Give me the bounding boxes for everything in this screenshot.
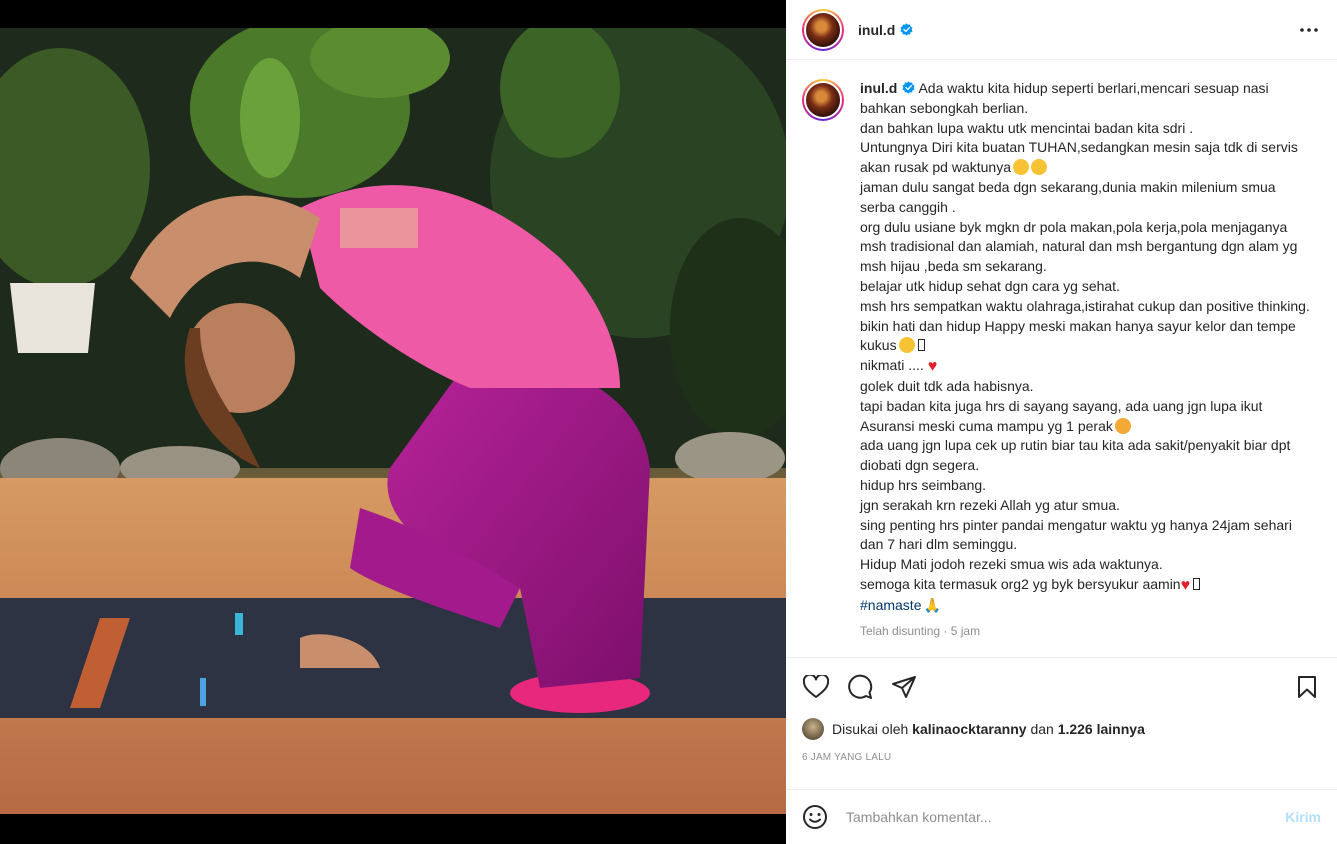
post-media-area (0, 0, 786, 844)
post-actions: Disukai oleh kalinaocktaranny dan 1.226 … (786, 657, 1337, 763)
folded-hands-emoji-icon: 🙏 (923, 596, 941, 613)
caption-scroll-area[interactable]: inul.d Ada waktu kita hidup seperti berl… (786, 61, 1337, 657)
verified-badge-icon (900, 22, 913, 36)
caption-line: tapi badan kita juga hrs di sayang sayan… (860, 397, 1263, 434)
caption-line: org dulu usiane byk mgkn dr pola makan,p… (860, 218, 1298, 275)
caption-line: bikin hati dan hidup Happy meski makan h… (860, 317, 1296, 354)
liker-avatar[interactable] (802, 718, 824, 740)
likes-summary: Disukai oleh kalinaocktaranny dan 1.226 … (802, 716, 1321, 742)
likes-count[interactable]: 1.226 lainnya (1058, 721, 1145, 737)
more-options-icon[interactable] (1297, 18, 1321, 42)
caption-line: Hidup Mati jodoh rezeki smua wis ada wak… (860, 556, 1163, 573)
caption-line: semoga kita termasuk org2 yg byk bersyuk… (860, 575, 1181, 592)
emoji-icon[interactable] (802, 804, 828, 830)
caption: inul.d Ada waktu kita hidup seperti berl… (802, 79, 1321, 641)
caption-author-avatar[interactable] (802, 79, 844, 121)
caption-line: jgn serakah krn rezeki Allah yg atur smu… (860, 496, 1120, 513)
post-side-panel: inul.d inul.d Ada waktu kita hidup seper… (786, 0, 1337, 844)
missing-glyph-icon (917, 339, 925, 352)
caption-line: msh hrs sempatkan waktu olahraga,istirah… (860, 297, 1310, 314)
likes-prefix: Disukai oleh (832, 721, 909, 737)
heart-icon[interactable] (802, 673, 830, 701)
liker-username[interactable]: kalinaocktaranny (912, 721, 1026, 737)
likes-conj: dan (1030, 721, 1054, 737)
caption-line: sing penting hrs pinter pandai mengatur … (860, 516, 1292, 553)
verified-badge-icon (902, 81, 915, 94)
missing-glyph-icon (1193, 577, 1201, 590)
edited-label: Telah disunting · 5 jam (860, 623, 981, 638)
author-username[interactable]: inul.d (858, 22, 913, 38)
red-heart-emoji-icon: ♥ (927, 358, 938, 376)
action-icons (802, 658, 1321, 716)
caption-line: nikmati .... (860, 357, 924, 374)
winking-kiss-emoji-icon (1114, 417, 1131, 434)
caption-line: ada uang jgn lupa cek up rutin biar tau … (860, 437, 1291, 474)
author-avatar[interactable] (802, 8, 844, 51)
comment-icon[interactable] (846, 673, 874, 701)
red-heart-emoji-icon: ♥ (1180, 576, 1191, 594)
bookmark-icon[interactable] (1293, 673, 1321, 701)
caption-username[interactable]: inul.d (860, 80, 897, 96)
caption-line: Ada waktu kita hidup seperti berlari,men… (860, 80, 1269, 116)
caption-line: dan bahkan lupa waktu utk mencintai bada… (860, 119, 1194, 136)
caption-line: belajar utk hidup sehat dgn cara yg seha… (860, 277, 1120, 294)
post-header: inul.d (786, 0, 1337, 60)
caption-text: inul.d Ada waktu kita hidup seperti berl… (860, 79, 1310, 641)
caption-line: hidup hrs seimbang. (860, 476, 987, 493)
hashtag-link[interactable]: #namaste (860, 597, 921, 613)
add-comment-bar: Kirim (786, 789, 1337, 844)
crying-face-emoji-icon (1030, 159, 1047, 176)
post-photo[interactable] (0, 28, 786, 814)
caption-line: Untungnya Diri kita buatan TUHAN,sedangk… (860, 139, 1298, 176)
yoga-photo-illustration (0, 28, 786, 814)
grinning-face-emoji-icon (898, 337, 915, 354)
caption-line: jaman dulu sangat beda dgn sekarang,duni… (860, 178, 1276, 215)
post-timestamp[interactable]: 6 JAM YANG LALU (802, 752, 1321, 763)
comment-input[interactable] (846, 809, 1266, 825)
post-comment-button[interactable]: Kirim (1285, 809, 1321, 825)
share-icon[interactable] (890, 673, 918, 701)
caption-line: golek duit tdk ada habisnya. (860, 377, 1034, 394)
sad-face-emoji-icon (1012, 159, 1029, 176)
